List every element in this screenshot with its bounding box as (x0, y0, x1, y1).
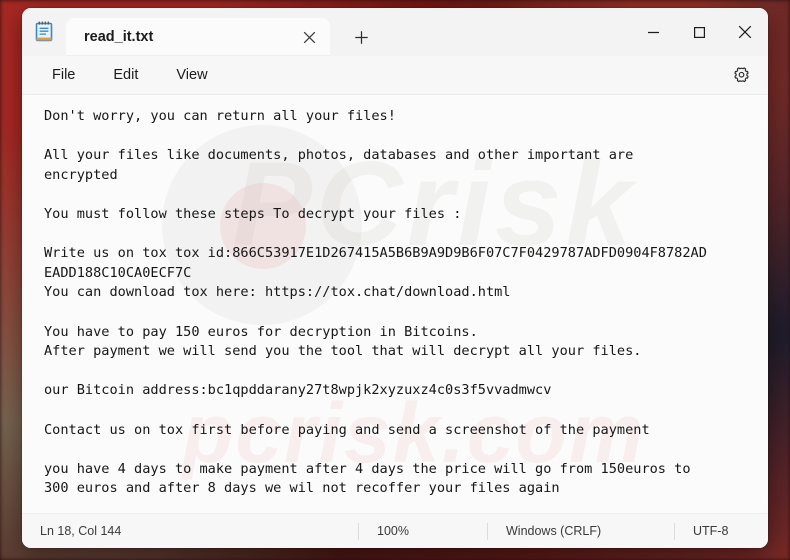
note-line-1: Don't worry, you can return all your fil… (44, 108, 396, 124)
note-line-5: Write us on tox tox id:866C53917E1D26741… (44, 245, 707, 262)
encoding[interactable]: UTF-8 (675, 522, 746, 540)
note-line-10: our Bitcoin address:bc1qpddarany27t8wpjk… (44, 382, 552, 399)
note-line-12: you have 4 days to make payment after 4 … (44, 460, 691, 477)
zoom-level[interactable]: 100% (359, 522, 487, 540)
window-controls (630, 8, 768, 56)
new-tab-button[interactable] (344, 23, 378, 51)
note-blank-4 (44, 303, 758, 323)
notepad-icon (22, 8, 66, 56)
note-blank-3 (44, 225, 758, 245)
note-line-6: EADD188C10CA0ECF7C (44, 264, 192, 281)
note-line-3: encrypted (44, 166, 118, 183)
menu-view[interactable]: View (164, 63, 219, 87)
line-ending[interactable]: Windows (CRLF) (488, 522, 674, 540)
note-line-7: You can download tox here: https://tox.c… (44, 284, 511, 301)
title-bar: read_it.txt (22, 8, 768, 56)
menu-bar: File Edit View (22, 56, 768, 95)
gear-icon[interactable] (726, 61, 756, 89)
menu-file[interactable]: File (40, 63, 87, 87)
tab-label: read_it.txt (84, 29, 154, 45)
note-blank-1 (44, 127, 758, 147)
text-editor[interactable]: Don't worry, you can return all your fil… (22, 95, 768, 513)
note-line-2: All your files like documents, photos, d… (44, 147, 634, 164)
editor-scrollbar[interactable] (756, 95, 768, 513)
status-bar: Ln 18, Col 144 100% Windows (CRLF) UTF-8 (22, 513, 768, 548)
cursor-position: Ln 18, Col 144 (40, 524, 122, 538)
note-line-11: Contact us on tox first before paying an… (44, 421, 650, 438)
close-tab-icon[interactable] (294, 23, 324, 51)
tab-read-it-txt[interactable]: read_it.txt (66, 18, 330, 56)
close-button[interactable] (722, 8, 768, 56)
note-line-13: 300 euros and after 8 days we wil not re… (44, 480, 560, 497)
note-line-9: After payment we will send you the tool … (44, 343, 642, 360)
note-blank-6 (44, 401, 758, 421)
note-blank-2 (44, 185, 758, 205)
note-blank-7 (44, 440, 758, 460)
note-line-4: You must follow these steps To decrypt y… (44, 205, 462, 222)
note-blank-5 (44, 362, 758, 382)
note-line-8: You have to pay 150 euros for decryption… (44, 323, 478, 340)
editor-area: PCrisk pcrisk.com Don't worry, you can r… (22, 95, 768, 513)
menu-edit[interactable]: Edit (101, 63, 150, 87)
minimize-button[interactable] (630, 8, 676, 56)
maximize-button[interactable] (676, 8, 722, 56)
notepad-window: read_it.txt File Edit View PCrisk pcrisk… (22, 8, 768, 548)
